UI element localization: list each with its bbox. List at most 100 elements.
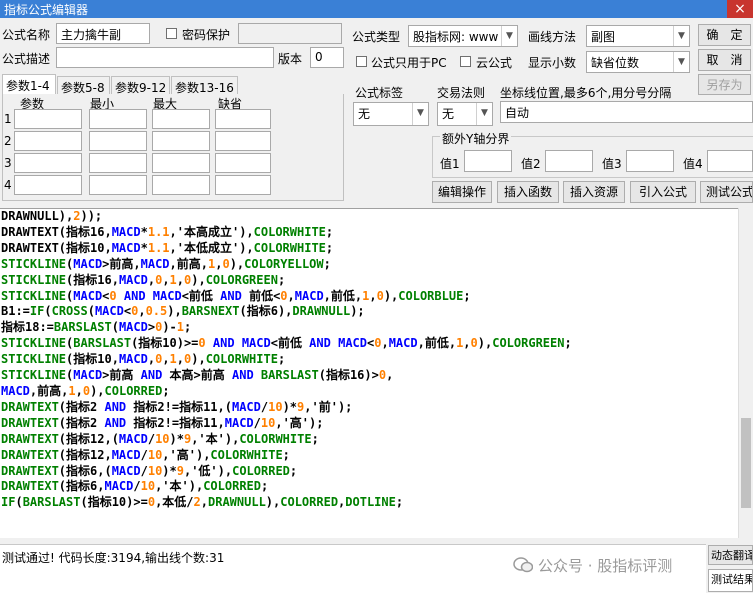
code-line: DRAWTEXT(指标16,MACD*1.1,'本高成立'),COLORWHIT…: [1, 225, 738, 241]
insert-function-button[interactable]: 插入函数: [497, 181, 559, 203]
value-3-input[interactable]: [626, 150, 674, 172]
coord-line-input[interactable]: 自动: [500, 101, 753, 123]
test-result-button[interactable]: 测试结果: [708, 569, 753, 592]
code-token: BARSLAST: [53, 320, 112, 335]
param-3-max[interactable]: [152, 153, 210, 173]
param-4-default[interactable]: [215, 175, 271, 195]
code-token: AND: [220, 288, 242, 303]
param-3-min[interactable]: [89, 153, 147, 173]
scrollbar-thumb[interactable]: [741, 418, 751, 508]
decimal-select[interactable]: 缺省位数 ▼: [586, 51, 690, 73]
param-4-max[interactable]: [152, 175, 210, 195]
formula-name-input[interactable]: 主力擒牛副: [56, 23, 150, 44]
version-input[interactable]: 0: [310, 47, 344, 68]
param-1-max[interactable]: [152, 109, 210, 129]
code-token: IF: [1, 495, 16, 510]
vertical-scrollbar[interactable]: [738, 208, 753, 538]
code-token: ;: [277, 272, 286, 287]
code-token: ;: [564, 336, 572, 351]
code-token: /: [147, 431, 156, 446]
dynamic-translate-button[interactable]: 动态翻译: [708, 545, 753, 565]
param-3-default[interactable]: [215, 153, 271, 173]
code-token: ;: [311, 431, 319, 446]
cancel-button[interactable]: 取 消: [698, 49, 751, 71]
insert-resource-button[interactable]: 插入资源: [563, 181, 625, 203]
test-formula-button[interactable]: 测试公式: [700, 181, 753, 203]
code-token: ,: [138, 304, 146, 319]
code-editor[interactable]: DRAWNULL),2)); DRAWTEXT(指标16,MACD*1.1,'本高…: [0, 208, 738, 539]
formula-tag-select[interactable]: 无 ▼: [353, 102, 429, 126]
code-token: 指标2!=指标11,(: [126, 399, 232, 414]
param-4-name[interactable]: [14, 175, 82, 195]
param-1-name[interactable]: [14, 109, 82, 129]
trade-rule-select[interactable]: 无 ▼: [437, 102, 493, 126]
value-1-input[interactable]: [464, 150, 512, 172]
tab-params-9-12[interactable]: 参数9-12: [111, 76, 170, 95]
save-as-button[interactable]: 另存为: [698, 74, 751, 95]
value-4-input[interactable]: [707, 150, 753, 172]
code-line: STICKLINE(指标16,MACD,0,1,0),COLORGREEN;: [1, 273, 738, 289]
param-3-name[interactable]: [14, 153, 82, 173]
value-4-label: 值4: [683, 157, 703, 171]
import-formula-button[interactable]: 引入公式: [630, 181, 696, 203]
tab-params-13-16[interactable]: 参数13-16: [171, 76, 238, 95]
draw-method-select[interactable]: 副图 ▼: [586, 25, 690, 47]
code-token: (指标12,: [58, 447, 112, 462]
password-input[interactable]: [238, 23, 342, 44]
code-token: MACD: [73, 368, 103, 383]
password-checkbox[interactable]: [166, 28, 177, 39]
close-button[interactable]: ×: [727, 0, 753, 18]
code-token: ,'本'),: [155, 479, 204, 494]
code-token: MACD: [388, 336, 418, 351]
code-token: 前低<: [241, 288, 281, 303]
code-line: IF(BARSLAST(指标10)>=0,本低/2,DRAWNULL),COLO…: [1, 495, 738, 511]
code-token: DRAWTEXT: [1, 463, 59, 478]
ok-button[interactable]: 确 定: [698, 24, 751, 46]
code-token: (指标2: [58, 415, 105, 430]
code-token: *: [140, 240, 148, 255]
code-token: (指标16,: [66, 272, 119, 287]
code-token: ,: [162, 272, 170, 287]
draw-method-label: 画线方法: [528, 30, 577, 44]
code-token: MACD: [118, 431, 148, 446]
tab-params-1-4[interactable]: 参数1-4: [2, 74, 56, 94]
param-2-name[interactable]: [14, 131, 82, 151]
code-token: MACD: [104, 479, 134, 494]
cloud-checkbox[interactable]: [460, 56, 471, 67]
code-token: ),: [477, 336, 493, 351]
formula-desc-input[interactable]: [56, 47, 274, 68]
code-token: ));: [80, 209, 103, 223]
code-token: ,: [463, 336, 471, 351]
code-token: AND: [140, 368, 163, 383]
extra-y-label: 额外Y轴分界: [440, 130, 512, 147]
tab-params-5-8[interactable]: 参数5-8: [57, 76, 110, 95]
param-row-label: 4: [4, 178, 12, 192]
param-4-min[interactable]: [89, 175, 147, 195]
code-token: 0: [198, 336, 206, 351]
code-token: BARSNEXT: [181, 304, 240, 319]
code-token: MACD: [338, 336, 367, 351]
code-token: ,: [200, 495, 208, 510]
edit-ops-button[interactable]: 编辑操作: [432, 181, 492, 203]
title-bar: 指标公式编辑器 ×: [0, 0, 753, 18]
code-token: MACD: [140, 256, 170, 271]
code-token: MACD: [1, 383, 30, 398]
value-2-input[interactable]: [545, 150, 593, 172]
code-line: DRAWTEXT(指标2 AND 指标2!=指标11,(MACD/10)*9,'…: [1, 400, 738, 416]
code-token: ,'本低成立'),: [169, 240, 254, 255]
param-2-default[interactable]: [215, 131, 271, 151]
code-token: ,'本高成立'),: [169, 224, 254, 239]
formula-type-select[interactable]: 股指标网: www ▼: [408, 25, 518, 47]
code-token: 10: [268, 399, 283, 414]
param-1-min[interactable]: [89, 109, 147, 129]
code-token: ,: [147, 352, 156, 367]
pc-only-checkbox[interactable]: [356, 56, 367, 67]
code-token: )*: [162, 463, 177, 478]
code-token: AND: [104, 415, 127, 430]
param-2-max[interactable]: [152, 131, 210, 151]
code-line: B1:=IF(CROSS(MACD<0,0.5),BARSNEXT(指标6),D…: [1, 304, 738, 320]
param-1-default[interactable]: [215, 109, 271, 129]
param-2-min[interactable]: [89, 131, 147, 151]
